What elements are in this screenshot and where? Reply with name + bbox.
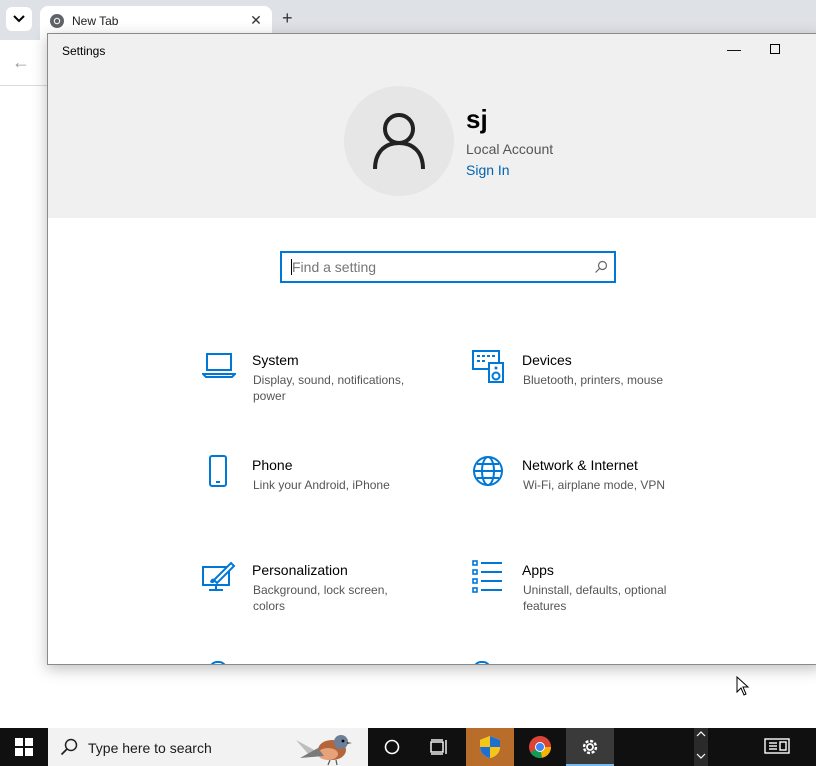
category-network[interactable]: Network & Internet Wi-Fi, airplane mode,… xyxy=(472,455,732,525)
mouse-pointer-icon xyxy=(736,676,750,696)
category-system[interactable]: System Display, sound, notifications, po… xyxy=(202,350,462,420)
tab-title: New Tab xyxy=(72,14,119,28)
shield-icon xyxy=(480,736,500,758)
user-name: sj xyxy=(466,104,488,134)
taskbar-search-placeholder: Type here to search xyxy=(88,740,212,756)
category-devices[interactable]: Devices Bluetooth, printers, mouse xyxy=(472,350,732,420)
category-description: Uninstall, defaults, optional features xyxy=(523,583,667,613)
keyboard-speaker-icon xyxy=(472,350,504,383)
category-phone[interactable]: Phone Link your Android, iPhone xyxy=(202,455,462,525)
user-icon xyxy=(373,113,425,170)
tray-scroll-button[interactable] xyxy=(694,728,708,766)
laptop-icon xyxy=(202,353,236,378)
search-highlight-bird-icon xyxy=(296,735,352,766)
category-title: Network & Internet xyxy=(522,457,638,473)
phone-icon xyxy=(209,455,227,487)
search-input[interactable] xyxy=(292,253,582,281)
category-apps[interactable]: Apps Uninstall, defaults, optional featu… xyxy=(472,560,732,630)
search-icon xyxy=(595,260,608,273)
chevron-up-icon xyxy=(696,731,706,737)
chevron-down-icon xyxy=(696,753,706,759)
gear-icon xyxy=(582,739,598,755)
back-button[interactable]: ← xyxy=(12,52,30,73)
partial-category-icon[interactable] xyxy=(209,661,227,664)
category-description: Display, sound, notifications, power xyxy=(253,373,405,403)
category-title: System xyxy=(252,352,299,368)
taskbar: Type here to search xyxy=(0,728,816,766)
chrome-favicon-icon xyxy=(49,13,65,34)
sign-in-link[interactable]: Sign In xyxy=(466,162,510,178)
avatar[interactable] xyxy=(344,86,454,196)
settings-taskbar-button[interactable] xyxy=(566,728,614,766)
minimize-button[interactable]: — xyxy=(724,39,744,59)
chrome-icon xyxy=(529,736,551,758)
maximize-button[interactable] xyxy=(770,44,780,54)
window-title: Settings xyxy=(62,44,106,58)
globe-icon xyxy=(473,456,503,486)
settings-header: Settings — sj Local Account Sign In xyxy=(48,34,816,218)
apps-list-icon xyxy=(472,560,502,593)
category-title: Personalization xyxy=(252,562,348,578)
task-view-button[interactable] xyxy=(416,728,464,766)
notification-icon[interactable] xyxy=(764,736,790,756)
partial-category-icon[interactable] xyxy=(473,661,491,664)
security-app-button[interactable] xyxy=(466,728,514,766)
account-type: Local Account xyxy=(466,141,554,157)
category-description: Link your Android, iPhone xyxy=(253,478,390,492)
category-title: Devices xyxy=(522,352,572,368)
cortana-button[interactable] xyxy=(368,728,416,766)
category-personalization[interactable]: Personalization Background, lock screen,… xyxy=(202,560,462,630)
category-description: Wi-Fi, airplane mode, VPN xyxy=(523,478,666,492)
start-button[interactable] xyxy=(0,728,48,766)
search-box[interactable] xyxy=(280,251,616,283)
search-icon xyxy=(60,738,78,756)
category-title: Phone xyxy=(252,457,293,473)
paint-icon xyxy=(202,561,236,591)
tab-search-button[interactable] xyxy=(6,7,32,31)
windows-logo-icon xyxy=(15,738,33,756)
new-tab-button[interactable]: + xyxy=(282,8,293,28)
settings-window: Settings — sj Local Account Sign In Syst… xyxy=(47,33,816,665)
category-title: Apps xyxy=(522,562,554,578)
category-description: Background, lock screen, colors xyxy=(253,583,388,613)
category-description: Bluetooth, printers, mouse xyxy=(523,373,664,387)
chrome-taskbar-button[interactable] xyxy=(516,728,564,766)
task-view-icon xyxy=(430,739,447,755)
cortana-circle-icon xyxy=(384,739,400,755)
chevron-down-icon xyxy=(13,15,25,23)
taskbar-search-box[interactable]: Type here to search xyxy=(48,728,368,766)
tab-close-button[interactable]: ✕ xyxy=(248,12,264,28)
